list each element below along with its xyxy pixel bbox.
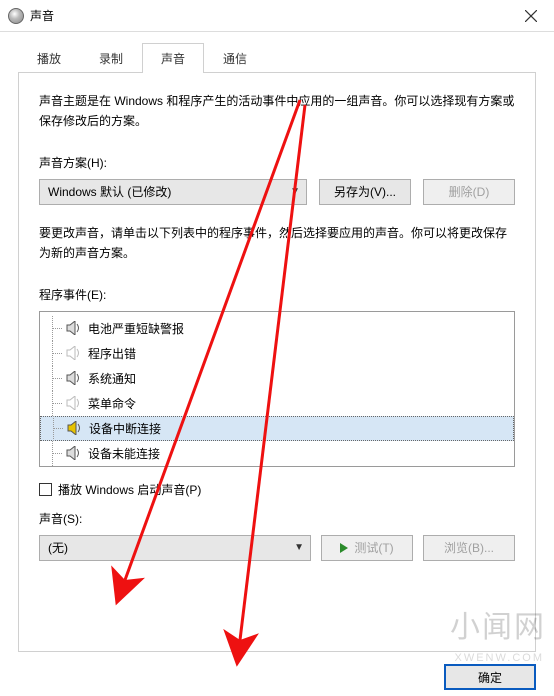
play-icon xyxy=(340,543,348,553)
titlebar: 声音 xyxy=(0,0,554,32)
list-item-label: 设备中断连接 xyxy=(89,420,161,437)
list-item[interactable]: 设备中断连接 xyxy=(40,416,514,441)
list-item-label: 电池严重短缺警报 xyxy=(88,320,184,337)
window-title: 声音 xyxy=(30,7,508,24)
list-item-label: 菜单命令 xyxy=(88,395,136,412)
chevron-down-icon: ▼ xyxy=(290,186,300,197)
speaker-icon xyxy=(66,446,82,460)
ok-button[interactable]: 确定 xyxy=(444,664,536,690)
browse-button: 浏览(B)... xyxy=(423,535,515,561)
play-startup-sound-checkbox[interactable] xyxy=(39,483,52,496)
dialog-footer: 确定 xyxy=(0,664,554,696)
save-as-button[interactable]: 另存为(V)... xyxy=(319,179,411,205)
list-item[interactable]: 电池严重短缺警报 xyxy=(40,316,514,341)
chevron-down-icon: ▼ xyxy=(294,542,304,553)
sound-select[interactable]: (无) ▼ xyxy=(39,535,311,561)
tab-communications[interactable]: 通信 xyxy=(204,43,266,73)
tree-elbow-icon xyxy=(44,341,66,366)
tree-elbow-icon xyxy=(44,441,66,466)
sound-icon xyxy=(8,8,24,24)
tree-elbow-icon xyxy=(45,416,67,441)
list-item-label: 系统通知 xyxy=(88,370,136,387)
close-icon xyxy=(525,10,537,22)
list-item[interactable]: 菜单命令 xyxy=(40,391,514,416)
tab-recording[interactable]: 录制 xyxy=(80,43,142,73)
tab-panel-sounds: 声音主题是在 Windows 和程序产生的活动事件中应用的一组声音。你可以选择现… xyxy=(18,72,536,652)
scheme-select[interactable]: Windows 默认 (已修改) ▼ xyxy=(39,179,307,205)
list-item[interactable]: 程序出错 xyxy=(40,341,514,366)
delete-button: 删除(D) xyxy=(423,179,515,205)
list-item-label: 程序出错 xyxy=(88,345,136,362)
scheme-value: Windows 默认 (已修改) xyxy=(48,183,171,200)
test-button: 测试(T) xyxy=(321,535,413,561)
sound-value: (无) xyxy=(48,539,68,556)
tree-elbow-icon xyxy=(44,391,66,416)
tree-elbow-icon xyxy=(44,366,66,391)
tab-playback[interactable]: 播放 xyxy=(18,43,80,73)
scheme-description: 声音主题是在 Windows 和程序产生的活动事件中应用的一组声音。你可以选择现… xyxy=(39,91,515,132)
list-item[interactable]: 系统通知 xyxy=(40,366,514,391)
speaker-icon xyxy=(66,371,82,385)
scheme-label: 声音方案(H): xyxy=(39,154,515,171)
close-button[interactable] xyxy=(508,0,554,32)
play-startup-sound-label: 播放 Windows 启动声音(P) xyxy=(58,481,201,498)
speaker-icon xyxy=(66,346,82,360)
events-label: 程序事件(E): xyxy=(39,286,515,303)
events-description: 要更改声音，请单击以下列表中的程序事件，然后选择要应用的声音。你可以将更改保存为… xyxy=(39,223,515,264)
speaker-icon xyxy=(67,421,83,435)
test-button-label: 测试(T) xyxy=(354,539,393,556)
speaker-icon xyxy=(66,321,82,335)
list-item[interactable]: 设备未能连接 xyxy=(40,441,514,466)
watermark-url: XWENW.COM xyxy=(455,652,545,664)
speaker-icon xyxy=(66,396,82,410)
sound-label: 声音(S): xyxy=(39,510,515,527)
tree-elbow-icon xyxy=(44,316,66,341)
program-events-list[interactable]: 电池严重短缺警报 程序出错 系统通知 菜单命令 设备中断连接 设备未能连接 xyxy=(39,311,515,467)
tab-row: 播放 录制 声音 通信 xyxy=(0,32,554,72)
list-item-label: 设备未能连接 xyxy=(88,445,160,462)
tab-sounds[interactable]: 声音 xyxy=(142,43,204,73)
